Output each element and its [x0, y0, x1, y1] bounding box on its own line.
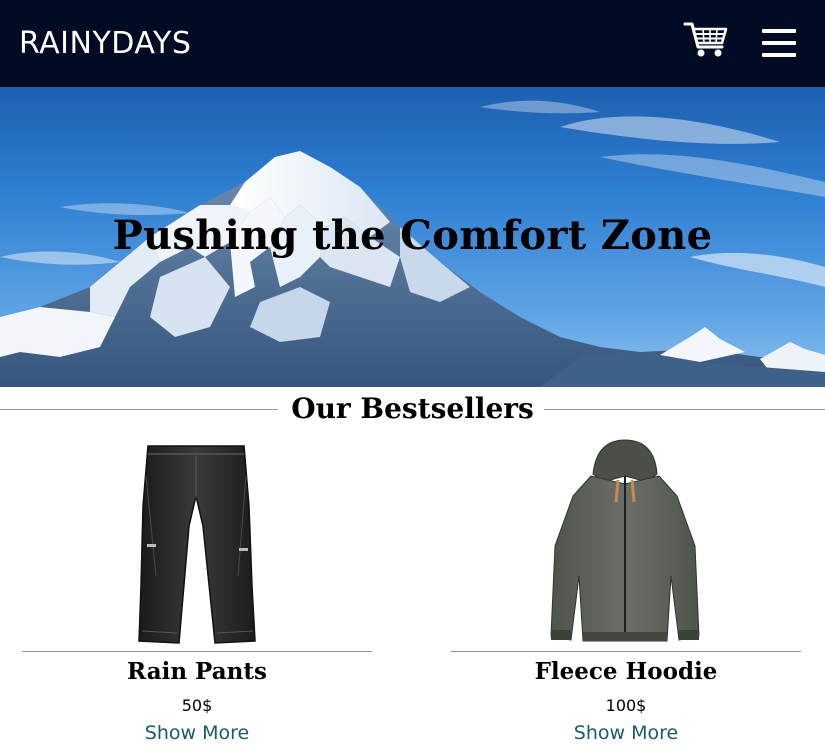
hero-title: Pushing the Comfort Zone: [112, 212, 713, 259]
product-divider: [451, 651, 801, 652]
show-more-link[interactable]: Show More: [22, 722, 372, 744]
heading-rule-right: [544, 409, 825, 410]
cart-button[interactable]: [683, 20, 729, 60]
site-logo[interactable]: RAINYDAYS: [19, 26, 191, 62]
rain-pants-image: [138, 445, 256, 644]
product-card: Fleece Hoodie 100$ Show More: [451, 436, 801, 750]
hamburger-menu-icon: [762, 27, 796, 59]
site-header: RAINYDAYS: [0, 0, 825, 87]
product-name: Rain Pants: [127, 658, 267, 685]
fleece-hoodie-image: [550, 439, 700, 642]
product-image[interactable]: [22, 436, 372, 648]
product-divider: [22, 651, 372, 652]
product-card: Rain Pants 50$ Show More: [22, 436, 372, 750]
show-more-link[interactable]: Show More: [451, 722, 801, 744]
product-image[interactable]: [451, 436, 801, 648]
product-price: 50$: [181, 696, 213, 715]
menu-button[interactable]: [762, 27, 796, 59]
product-name: Fleece Hoodie: [534, 658, 718, 685]
bestsellers-heading-row: Our Bestsellers: [0, 390, 825, 430]
shopping-cart-icon: [683, 22, 728, 57]
product-price: 100$: [605, 696, 647, 715]
hero-banner: Pushing the Comfort Zone: [0, 87, 825, 387]
